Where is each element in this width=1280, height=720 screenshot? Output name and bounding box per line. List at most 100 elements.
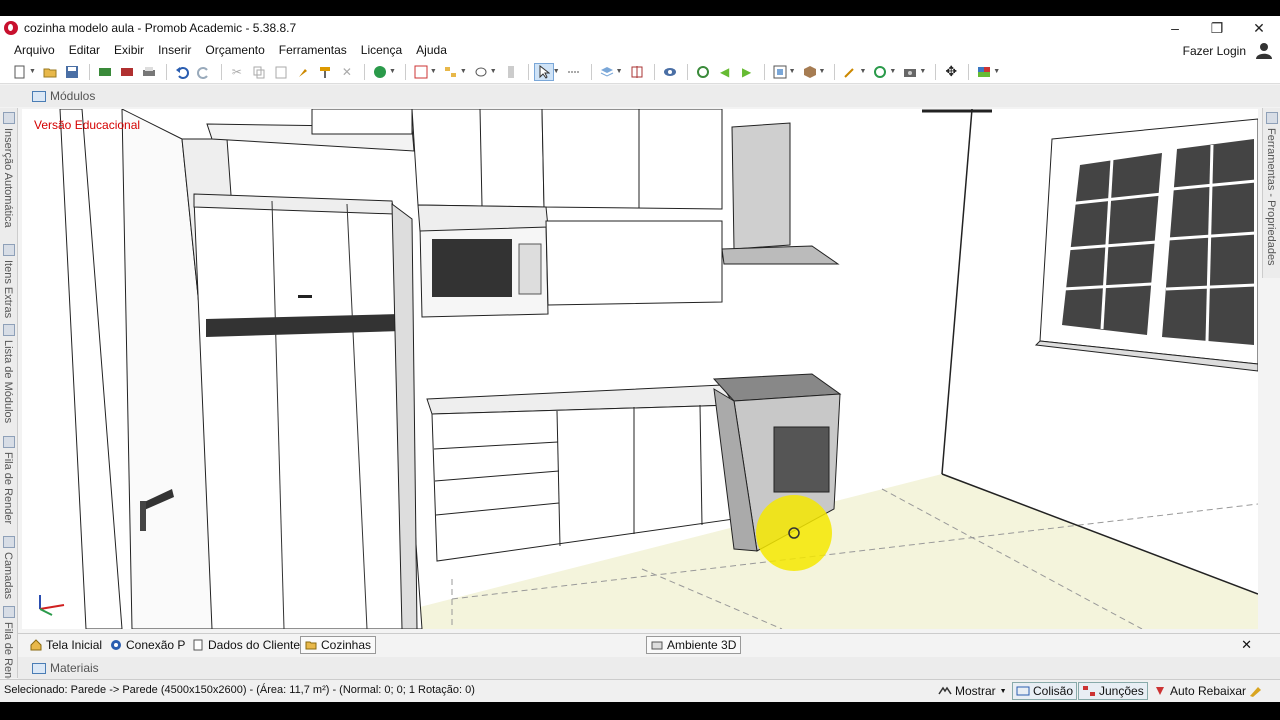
paint-roller-icon[interactable] [315,63,335,81]
layers-dock-icon[interactable] [3,536,15,548]
lasso-icon[interactable] [471,63,491,81]
upper-cabinet [311,109,413,135]
rotate-icon[interactable] [870,63,890,81]
promob-window: cozinha modelo aula - Promob Academic - … [0,16,1280,702]
module-list-icon[interactable] [3,324,15,336]
chevron-down-icon[interactable]: ▼ [460,68,467,75]
color-palette-icon[interactable] [974,63,994,81]
dock-tab-itens-extras[interactable]: Itens Extras [2,260,14,318]
tab-label: Tela Inicial [46,638,103,652]
render-icon[interactable] [95,63,115,81]
tab-ambiente-3d[interactable]: Ambiente 3D [646,636,742,654]
oven-window [773,426,830,493]
paste-icon[interactable] [271,63,291,81]
range-hood-chimney [731,122,791,250]
chevron-down-icon[interactable]: ▼ [430,68,437,75]
zoom-extents-icon[interactable] [770,63,790,81]
chevron-down-icon[interactable]: ▼ [789,68,796,75]
menu-licenca[interactable]: Licença [354,43,409,57]
extra-items-icon[interactable] [3,244,15,256]
menu-ajuda[interactable]: Ajuda [409,43,454,57]
render-settings-icon[interactable] [117,63,137,81]
auto-insert-icon[interactable] [3,112,15,124]
chevron-down-icon[interactable]: ▼ [859,68,866,75]
dimension-icon[interactable] [564,63,584,81]
menu-exibir[interactable]: Exibir [107,43,151,57]
chevron-down-icon[interactable]: ▼ [490,68,497,75]
tab-tela-inicial[interactable]: Tela Inicial [26,636,106,654]
move-icon[interactable]: ✥ [941,63,961,81]
select-cursor-icon[interactable] [533,62,554,81]
measure-icon[interactable] [501,63,521,81]
delete-icon[interactable]: ✕ [337,63,357,81]
3d-viewport[interactable]: Versão Educacional [22,109,1258,629]
tools-icon[interactable] [1266,112,1278,124]
collision-toggle[interactable]: Colisão [1012,682,1078,700]
orbit-icon[interactable] [693,63,713,81]
dock-tab-camadas[interactable]: Camadas [2,552,14,599]
undo-icon[interactable] [172,63,192,81]
new-file-icon[interactable] [10,63,30,81]
chevron-down-icon[interactable]: ▼ [919,68,926,75]
insert-module-icon[interactable] [411,63,431,81]
auto-lower-toggle[interactable]: Auto Rebaixar [1150,682,1249,700]
brush-icon[interactable] [293,63,313,81]
tab-conexao[interactable]: Conexão P [106,636,189,654]
show-dropdown[interactable]: Mostrar ▼ [935,682,1010,700]
tab-modulos[interactable]: Módulos [28,87,100,105]
render-queue-icon[interactable] [3,436,15,448]
open-folder-icon[interactable] [40,63,60,81]
menu-inserir[interactable]: Inserir [151,43,198,57]
chevron-down-icon[interactable]: ▼ [553,68,560,75]
close-window-button[interactable]: ✕ [1238,16,1280,40]
menu-orcamento[interactable]: Orçamento [198,43,271,57]
dock-tab-lista-modulos[interactable]: Lista de Módulos [2,340,14,423]
arrow-left-icon[interactable]: ◀ [715,63,735,81]
tab-cozinhas[interactable]: Cozinhas [300,636,377,654]
chevron-down-icon[interactable]: ▼ [819,68,826,75]
menu-ferramentas[interactable]: Ferramentas [272,43,354,57]
tab-dados-cliente[interactable]: Dados do Cliente [188,636,304,654]
magic-wand-icon[interactable] [840,63,860,81]
close-tab-button[interactable]: ✕ [1241,637,1252,653]
save-icon[interactable] [62,63,82,81]
menu-editar[interactable]: Editar [62,43,107,57]
window-controls: – ❐ ✕ [1154,16,1280,40]
chevron-down-icon[interactable]: ▼ [389,68,396,75]
dock-tab-ferramentas-propriedades[interactable]: Ferramentas - Propriedades [1265,128,1277,266]
dock-tab-fila-rend[interactable]: Fila de Rend [2,622,14,684]
tab-materiais[interactable]: Materiais [28,659,104,677]
budget-icon[interactable] [370,63,390,81]
dock-tab-fila-render[interactable]: Fila de Render [2,452,14,524]
login-link[interactable]: Fazer Login [1183,44,1246,58]
joints-toggle[interactable]: Junções [1078,682,1148,700]
view-eye-icon[interactable] [660,63,680,81]
3d-box-icon[interactable] [800,63,820,81]
chevron-down-icon[interactable]: ▼ [616,68,623,75]
brush-tool-icon[interactable] [1248,684,1264,698]
chevron-down-icon[interactable]: ▼ [889,68,896,75]
render-queue-2-icon[interactable] [3,606,15,618]
toolbar-divider [220,63,222,80]
chevron-down-icon[interactable]: ▼ [993,68,1000,75]
chevron-down-icon[interactable]: ▼ [29,68,36,75]
camera-icon[interactable] [900,63,920,81]
copy-icon[interactable] [249,63,269,81]
upper-cabinet-low [545,220,723,306]
redo-icon[interactable] [194,63,214,81]
joints-icon [1083,686,1095,696]
print-icon[interactable] [139,63,159,81]
minimize-button[interactable]: – [1154,16,1196,40]
promob-logo-icon [4,21,18,35]
cut-plane-icon[interactable] [627,63,647,81]
dock-tab-insercao[interactable]: Inserção Automática [2,128,14,228]
home-icon [30,639,42,651]
layers-icon[interactable] [597,63,617,81]
align-icon[interactable] [441,63,461,81]
arrow-right-icon[interactable]: ▶ [737,63,757,81]
maximize-button[interactable]: ❐ [1196,16,1238,40]
cut-icon[interactable]: ✂ [227,63,247,81]
kitchen-3d-scene[interactable] [22,109,1258,629]
user-icon[interactable] [1254,40,1274,60]
menu-arquivo[interactable]: Arquivo [7,43,62,57]
